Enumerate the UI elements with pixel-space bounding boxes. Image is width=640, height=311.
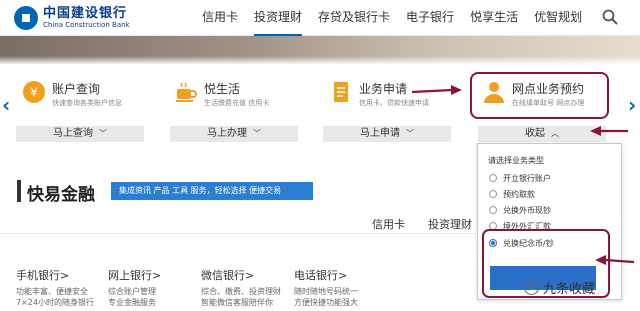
person-icon xyxy=(484,82,504,103)
carousel-next-arrow-icon[interactable]: › xyxy=(628,94,638,116)
chevron-down-icon: ﹀ xyxy=(99,129,107,138)
chevron-down-icon: ﹀ xyxy=(406,129,414,138)
ccb-logo-icon xyxy=(14,6,38,30)
radio-button-selected[interactable] xyxy=(489,239,497,247)
watermark-text: 九条收藏 xyxy=(543,282,596,297)
channel-desc: 方便快捷功能强大 xyxy=(294,298,358,307)
button-label: 马上申请 xyxy=(360,128,400,139)
channel-desc: 7×24小时的随身银行 xyxy=(16,298,94,307)
nav-item-e-banking[interactable]: 电子银行 xyxy=(406,0,454,36)
channel-desc: 功能丰富、便捷安全 xyxy=(16,287,88,296)
svg-text:¥: ¥ xyxy=(30,86,38,100)
channel-title: 微信银行> xyxy=(201,269,255,282)
tab-investment[interactable]: 投资理财 xyxy=(428,216,472,232)
nav-item-deposit-loan-card[interactable]: 存贷及银行卡 xyxy=(318,0,390,36)
handle-now-button[interactable]: 马上办理 ﹀ xyxy=(170,126,298,142)
section-title: 快易金融 xyxy=(27,185,95,205)
search-icon[interactable] xyxy=(602,9,618,25)
radio-button[interactable] xyxy=(489,190,497,198)
logo-name-cn: 中国建设银行 xyxy=(43,6,128,21)
nav-item-investment[interactable]: 投资理财 xyxy=(254,0,303,36)
dropdown-prompt: 请选择业务类型 xyxy=(488,156,544,165)
channel-phone-banking[interactable]: 电话银行> 随时随地号码统一 方便快捷功能强大 xyxy=(294,267,358,308)
option-reserve-withdrawal[interactable]: 预约取款 xyxy=(489,187,535,201)
nav-item-credit-card[interactable]: 信用卡 xyxy=(202,0,238,36)
button-label: 马上办理 xyxy=(207,128,247,139)
channel-desc: 专业金融服务 xyxy=(108,298,156,307)
channel-desc: 综合账户管理 xyxy=(108,287,156,296)
service-title: 悦生活 xyxy=(204,82,241,96)
service-subtitle: 在线填单取号 网点办理 xyxy=(512,99,585,107)
option-commemorative-coin[interactable]: 兑换纪念币/钞 xyxy=(489,236,554,250)
section-badge: 集成资讯 产品 工具 服务，轻松选择 便捷交易 xyxy=(111,182,313,200)
option-label: 预约取款 xyxy=(503,189,535,199)
main-nav: 信用卡 投资理财 存贷及银行卡 电子银行 悦享生活 优智规划 xyxy=(202,0,598,36)
coin-icon: ¥ xyxy=(23,81,45,103)
channel-title: 手机银行> xyxy=(16,269,70,282)
document-icon xyxy=(334,82,348,102)
channel-wechat-banking[interactable]: 微信银行> 综合、缴费、投资理财 智能微信客服陪伴你 xyxy=(201,267,281,308)
apply-now-button[interactable]: 马上申请 ﹀ xyxy=(323,126,451,142)
option-open-account[interactable]: 开立银行账户 xyxy=(489,171,551,185)
section-marker xyxy=(17,180,21,202)
service-subtitle: 生活缴费充值 信用卡 xyxy=(204,99,270,107)
service-title: 网点业务预约 xyxy=(512,82,585,96)
carousel-prev-arrow-icon[interactable]: ‹ xyxy=(2,94,12,116)
radio-button[interactable] xyxy=(489,174,497,182)
service-title: 账户查询 xyxy=(52,82,101,96)
wechat-icon xyxy=(524,280,539,295)
service-subtitle: 快速查询各类账户信息 xyxy=(52,99,122,107)
nav-item-planning[interactable]: 优智规划 xyxy=(534,0,582,36)
button-label: 马上查询 xyxy=(53,128,93,139)
service-subtitle: 信用卡、贷款快速申请 xyxy=(359,99,429,107)
option-label: 开立银行账户 xyxy=(503,173,551,183)
button-label: 收起 xyxy=(525,128,545,139)
chevron-down-icon: ﹀ xyxy=(253,129,261,138)
hero-banner xyxy=(0,36,640,64)
tab-credit-card[interactable]: 信用卡 xyxy=(372,216,405,232)
radio-button[interactable] xyxy=(489,206,497,214)
channel-title: 电话银行> xyxy=(294,269,348,282)
channel-desc: 智能微信客服陪伴你 xyxy=(201,298,273,307)
ccb-logo[interactable]: 中国建设银行 China Construction Bank xyxy=(14,6,130,30)
channel-title: 网上银行> xyxy=(108,269,162,282)
option-label: 兑换纪念币/钞 xyxy=(503,238,554,248)
channel-online-banking[interactable]: 网上银行> 综合账户管理 专业金融服务 xyxy=(108,267,161,308)
option-exchange-foreign-cash[interactable]: 兑换外币现钞 xyxy=(489,203,551,217)
teacup-icon xyxy=(176,82,197,102)
chevron-up-icon: ︿ xyxy=(551,129,559,138)
query-now-button[interactable]: 马上查询 ﹀ xyxy=(16,126,144,142)
option-label: 兑换外币现钞 xyxy=(503,205,551,215)
annotation-arrow xyxy=(411,88,453,94)
channel-mobile-banking[interactable]: 手机银行> 功能丰富、便捷安全 7×24小时的随身银行 xyxy=(16,267,94,308)
nav-item-life[interactable]: 悦享生活 xyxy=(470,0,518,36)
channel-desc: 综合、缴费、投资理财 xyxy=(201,287,281,296)
service-title: 业务申请 xyxy=(359,82,408,96)
channel-desc: 随时随地号码统一 xyxy=(294,287,358,296)
tabs-divider xyxy=(0,233,476,234)
site-header: 中国建设银行 China Construction Bank 信用卡 投资理财 … xyxy=(0,0,640,36)
annotation-arrowhead xyxy=(451,85,462,95)
logo-name-en: China Construction Bank xyxy=(43,21,130,29)
collapse-button[interactable]: 收起 ︿ xyxy=(478,126,606,142)
watermark: 九条收藏 xyxy=(524,278,595,297)
